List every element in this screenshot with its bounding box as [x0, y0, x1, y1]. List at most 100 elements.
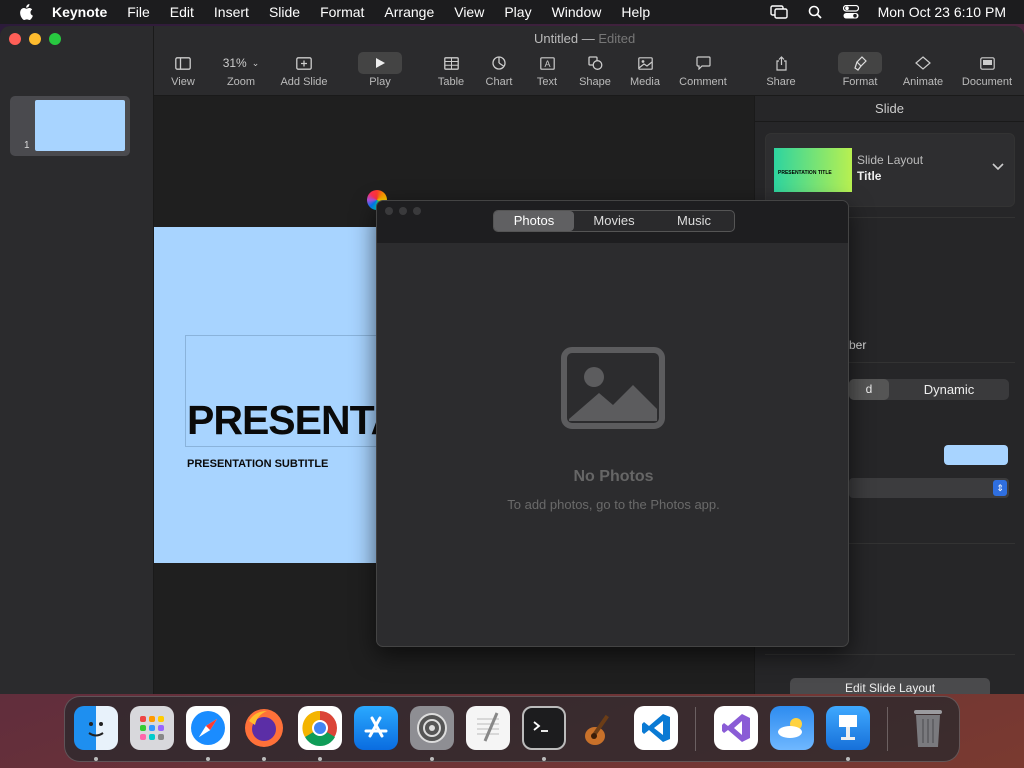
add-slide-button[interactable]: Add Slide	[274, 52, 334, 88]
zoom-percentage: 31%	[222, 56, 247, 70]
chart-icon	[485, 52, 513, 74]
menu-help[interactable]: Help	[621, 4, 650, 20]
media-minimize-button[interactable]	[399, 207, 407, 215]
textedit-icon[interactable]	[466, 706, 510, 750]
menu-bar: Keynote File Edit Insert Slide Format Ar…	[0, 0, 1024, 24]
fill-color-swatch[interactable]	[944, 445, 1008, 465]
comment-icon	[689, 52, 717, 74]
document-button[interactable]: Document	[957, 52, 1017, 88]
terminal-icon[interactable]	[522, 706, 566, 750]
apple-menu-icon[interactable]	[18, 4, 34, 20]
media-icon	[631, 52, 659, 74]
running-indicator	[94, 757, 98, 761]
tab-photos[interactable]: Photos	[494, 211, 574, 231]
system-settings-icon[interactable]	[410, 706, 454, 750]
menu-play[interactable]: Play	[504, 4, 531, 20]
segment-dynamic[interactable]: Dynamic	[889, 379, 1009, 400]
slide-navigator: 1	[0, 26, 154, 694]
close-window-button[interactable]	[9, 33, 21, 45]
media-button[interactable]: Media	[615, 52, 675, 88]
shape-icon	[581, 52, 609, 74]
view-icon	[169, 52, 197, 74]
title-separator: —	[578, 31, 599, 46]
menu-view[interactable]: View	[454, 4, 484, 20]
zoom-control[interactable]: 31% ⌄ Zoom	[211, 52, 271, 88]
add-slide-icon	[290, 52, 318, 74]
launchpad-icon[interactable]	[130, 706, 174, 750]
background-type-segmented-control[interactable]: d Dynamic	[849, 379, 1009, 400]
menu-slide[interactable]: Slide	[269, 4, 300, 20]
running-indicator	[846, 757, 850, 761]
window-controls	[9, 33, 61, 45]
share-button[interactable]: Share	[751, 52, 811, 88]
spotlight-search-icon[interactable]	[806, 5, 824, 19]
slide-layout-selector[interactable]: PRESENTATION TITLE Slide Layout Title	[765, 133, 1015, 207]
control-center-icon[interactable]	[842, 5, 860, 19]
shape-label: Shape	[579, 76, 611, 88]
comment-button[interactable]: Comment	[673, 52, 733, 88]
animate-button[interactable]: Animate	[893, 52, 953, 88]
menu-insert[interactable]: Insert	[214, 4, 249, 20]
media-close-button[interactable]	[385, 207, 393, 215]
garageband-icon[interactable]	[578, 706, 622, 750]
slide-number: 1	[24, 140, 30, 151]
weather-icon[interactable]	[770, 706, 814, 750]
media-zoom-button[interactable]	[413, 207, 421, 215]
slide-number-checkbox-label[interactable]: ber	[849, 338, 866, 352]
chevron-down-icon	[992, 160, 1004, 174]
layout-preview-text: PRESENTATION TITLE	[778, 170, 832, 176]
play-button[interactable]: Play	[350, 52, 410, 88]
tab-movies[interactable]: Movies	[574, 211, 654, 231]
slide-thumbnail-selected[interactable]: 1	[10, 96, 130, 156]
media-browser-popover: Photos Movies Music No Photos To add pho…	[376, 200, 849, 647]
share-label: Share	[766, 76, 796, 88]
safari-icon[interactable]	[186, 706, 230, 750]
menu-clock[interactable]: Mon Oct 23 6:10 PM	[878, 4, 1006, 20]
slide-subtitle[interactable]: PRESENTATION SUBTITLE	[187, 458, 328, 470]
screen-mirroring-icon[interactable]	[769, 5, 788, 19]
format-button[interactable]: Format	[830, 52, 890, 88]
segment-standard[interactable]: d	[849, 379, 889, 400]
share-icon	[767, 52, 795, 74]
paintbrush-icon	[838, 52, 882, 74]
slide-layout-value: Title	[857, 169, 882, 183]
photo-placeholder-icon	[561, 347, 665, 434]
minimize-window-button[interactable]	[29, 33, 41, 45]
keynote-icon[interactable]	[826, 706, 870, 750]
table-label: Table	[437, 76, 465, 88]
zoom-value: 31% ⌄	[219, 52, 263, 74]
fill-type-popup[interactable]: ⇕	[849, 478, 1009, 498]
slide[interactable]: PRESENTATION TITLE PRESENTATION SUBTITLE	[154, 227, 384, 563]
finder-icon[interactable]	[74, 706, 118, 750]
menu-file[interactable]: File	[127, 4, 150, 20]
chrome-icon[interactable]	[298, 706, 342, 750]
popup-arrows-icon: ⇕	[993, 480, 1007, 496]
chevron-down-icon: ⌄	[251, 57, 260, 68]
visual-studio-icon[interactable]	[714, 706, 758, 750]
zoom-window-button[interactable]	[49, 33, 61, 45]
slide-title[interactable]: PRESENTATION TITLE	[187, 397, 384, 444]
slide-layout-preview: PRESENTATION TITLE	[774, 148, 852, 192]
dock-separator	[887, 707, 888, 751]
visual-studio-code-icon[interactable]	[634, 706, 678, 750]
view-button[interactable]: View	[153, 52, 213, 88]
menu-window[interactable]: Window	[552, 4, 602, 20]
zoom-label: Zoom	[226, 76, 256, 88]
empty-state-hint: To add photos, go to the Photos app.	[507, 497, 720, 512]
edit-slide-layout-button[interactable]: Edit Slide Layout	[790, 678, 990, 694]
svg-text:A: A	[544, 59, 550, 69]
running-indicator	[318, 757, 322, 761]
app-store-icon[interactable]	[354, 706, 398, 750]
chart-label: Chart	[485, 76, 513, 88]
firefox-icon[interactable]	[242, 706, 286, 750]
tab-music[interactable]: Music	[654, 211, 734, 231]
animate-icon	[909, 52, 937, 74]
trash-icon[interactable]	[906, 706, 950, 750]
running-indicator	[542, 757, 546, 761]
view-label: View	[171, 76, 195, 88]
menu-format[interactable]: Format	[320, 4, 364, 20]
document-status: Edited	[598, 31, 636, 46]
menu-arrange[interactable]: Arrange	[384, 4, 434, 20]
menu-edit[interactable]: Edit	[170, 4, 194, 20]
menu-app-name[interactable]: Keynote	[52, 4, 107, 20]
